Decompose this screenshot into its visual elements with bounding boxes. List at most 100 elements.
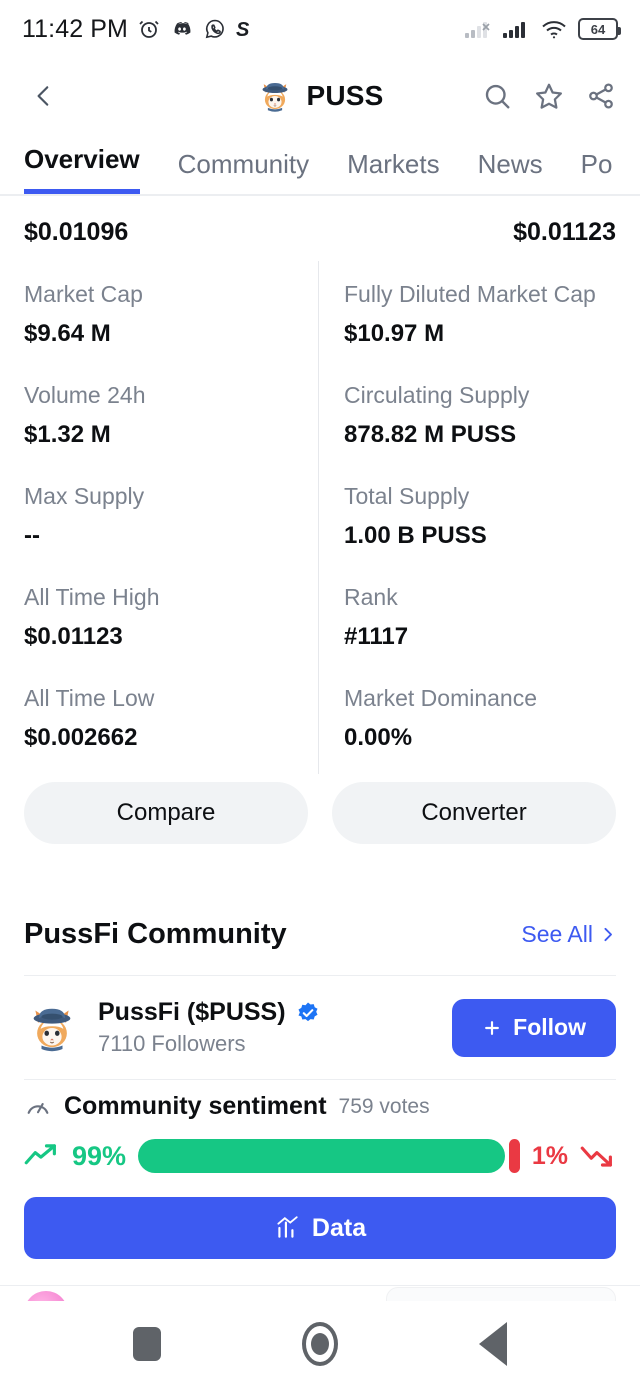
stat-max-supply: Max Supply --: [24, 483, 320, 584]
action-pill-row: Compare Converter: [0, 782, 640, 844]
app-screen: 11:42 PM S 64 PUSS Overview Community Ma…: [0, 0, 640, 1387]
stat-value: $9.64 M: [24, 320, 111, 347]
stat-market-dominance: Market Dominance 0.00%: [320, 685, 616, 786]
svg-text:S: S: [236, 19, 250, 40]
stat-all-time-high: All Time High $0.01123: [24, 584, 320, 685]
bearish-bar: [508, 1139, 520, 1173]
bullish-bar: [138, 1139, 505, 1173]
shopee-icon: S: [236, 19, 250, 40]
chevron-right-icon: [604, 927, 612, 942]
battery-level: 64: [590, 21, 606, 37]
community-section-title: PussFi Community: [24, 918, 287, 950]
sentiment-title: Community sentiment: [64, 1092, 327, 1120]
cat-avatar-icon: [256, 77, 294, 115]
bullish-percent: 99%: [72, 1140, 127, 1171]
search-icon[interactable]: [482, 81, 512, 111]
stat-total-supply: Total Supply 1.00 B PUSS: [320, 483, 616, 584]
stat-fully-diluted-market-cap: Fully Diluted Market Cap $10.97 M: [320, 281, 616, 382]
home-circle-icon: [301, 1322, 338, 1366]
app-header: PUSS: [0, 58, 640, 134]
follow-button[interactable]: Follow: [452, 998, 616, 1057]
profile-name-line: PussFi ($PUSS): [98, 998, 320, 1027]
plus-icon: [485, 1020, 500, 1035]
stat-label: Fully Diluted Market Cap: [344, 281, 596, 307]
stat-value: 1.00 B PUSS: [344, 522, 487, 549]
community-section-header: PussFi Community See All: [0, 918, 640, 951]
trending-up-icon: [24, 1144, 56, 1165]
community-sentiment-header: Community sentiment 759 votes: [0, 1080, 640, 1121]
status-bar-right: 64: [464, 18, 621, 40]
follow-label: Follow: [513, 1014, 586, 1040]
header-actions: [482, 81, 616, 111]
stat-value: $0.01123: [24, 623, 123, 650]
bearish-percent: 1%: [531, 1141, 568, 1170]
profile-cat-avatar-icon: [24, 1000, 80, 1056]
tab-bar: Overview Community Markets News Po: [0, 134, 640, 196]
stat-label: Volume 24h: [24, 382, 146, 408]
stat-value: #1117: [344, 623, 409, 650]
recents-button[interactable]: [112, 1309, 182, 1379]
stat-label: All Time Low: [24, 685, 155, 711]
stat-volume-24h: Volume 24h $1.32 M: [24, 382, 320, 483]
stat-label: Rank: [344, 584, 398, 610]
profile-meta: PussFi ($PUSS) 7110 Followers: [98, 998, 320, 1057]
chevron-left-icon: [37, 86, 49, 106]
sentiment-votes: 759 votes: [338, 1094, 430, 1118]
back-triangle-icon: [479, 1322, 508, 1366]
stat-label: All Time High: [24, 584, 160, 610]
stat-value: 0.00%: [344, 724, 413, 751]
stat-value: $0.002662: [24, 724, 138, 751]
converter-button[interactable]: Converter: [332, 782, 616, 844]
sentiment-bar-row[interactable]: 99% 1%: [0, 1121, 640, 1173]
price-high: $0.01123: [513, 218, 616, 246]
bar-chart-icon: [277, 1216, 298, 1238]
stat-value: $10.97 M: [344, 320, 445, 347]
verified-badge-icon: [298, 1002, 318, 1021]
whatsapp-icon: [205, 19, 224, 39]
compare-button[interactable]: Compare: [24, 782, 308, 844]
stat-value: --: [24, 522, 40, 549]
stat-market-cap: Market Cap $9.64 M: [24, 281, 320, 382]
trending-down-icon: [580, 1146, 612, 1167]
stat-circulating-supply: Circulating Supply 878.82 M PUSS: [320, 382, 616, 483]
android-nav-bar: [0, 1301, 640, 1387]
tab-portfolio[interactable]: Po: [581, 149, 613, 194]
stats-grid: Market Cap $9.64 M Fully Diluted Market …: [0, 247, 640, 786]
tab-overview[interactable]: Overview: [24, 144, 140, 194]
data-label: Data: [311, 1213, 367, 1242]
followers-count: 7110 Followers: [98, 1031, 246, 1056]
stat-label: Market Cap: [24, 281, 143, 307]
tab-community[interactable]: Community: [178, 149, 309, 194]
wifi-icon: [542, 21, 566, 39]
stat-value: 878.82 M PUSS: [344, 421, 517, 448]
stat-label: Circulating Supply: [344, 382, 530, 408]
recents-square-icon: [132, 1327, 161, 1361]
profile-name: PussFi ($PUSS): [98, 998, 286, 1026]
gauge-icon: [27, 1102, 49, 1114]
share-icon[interactable]: [586, 81, 616, 111]
back-button[interactable]: [24, 76, 64, 116]
battery-icon: 64: [578, 18, 621, 40]
stat-label: Max Supply: [24, 483, 145, 509]
stat-all-time-low: All Time Low $0.002662: [24, 685, 320, 786]
see-all-link[interactable]: See All: [521, 921, 616, 948]
see-all-label: See All: [521, 921, 593, 947]
stat-label: Total Supply: [344, 483, 470, 509]
community-profile-row[interactable]: PussFi ($PUSS) 7110 Followers Follow: [0, 976, 640, 1079]
status-bar-left: 11:42 PM S: [22, 15, 256, 44]
alarm-icon: [139, 20, 159, 38]
back-nav-button[interactable]: [458, 1309, 528, 1379]
cellular-icon: [503, 22, 525, 38]
data-button[interactable]: Data: [24, 1197, 616, 1259]
stat-label: Market Dominance: [344, 685, 538, 711]
home-button[interactable]: [285, 1309, 355, 1379]
price-low: $0.01096: [24, 218, 129, 246]
tab-markets[interactable]: Markets: [347, 149, 439, 194]
tab-news[interactable]: News: [478, 149, 543, 194]
sentiment-bar-track: [138, 1139, 520, 1173]
page-title: PUSS: [306, 80, 384, 111]
stat-rank: Rank #1117: [320, 584, 616, 685]
stat-value: $1.32 M: [24, 421, 111, 448]
star-icon[interactable]: [534, 81, 564, 111]
discord-icon: [174, 22, 191, 35]
